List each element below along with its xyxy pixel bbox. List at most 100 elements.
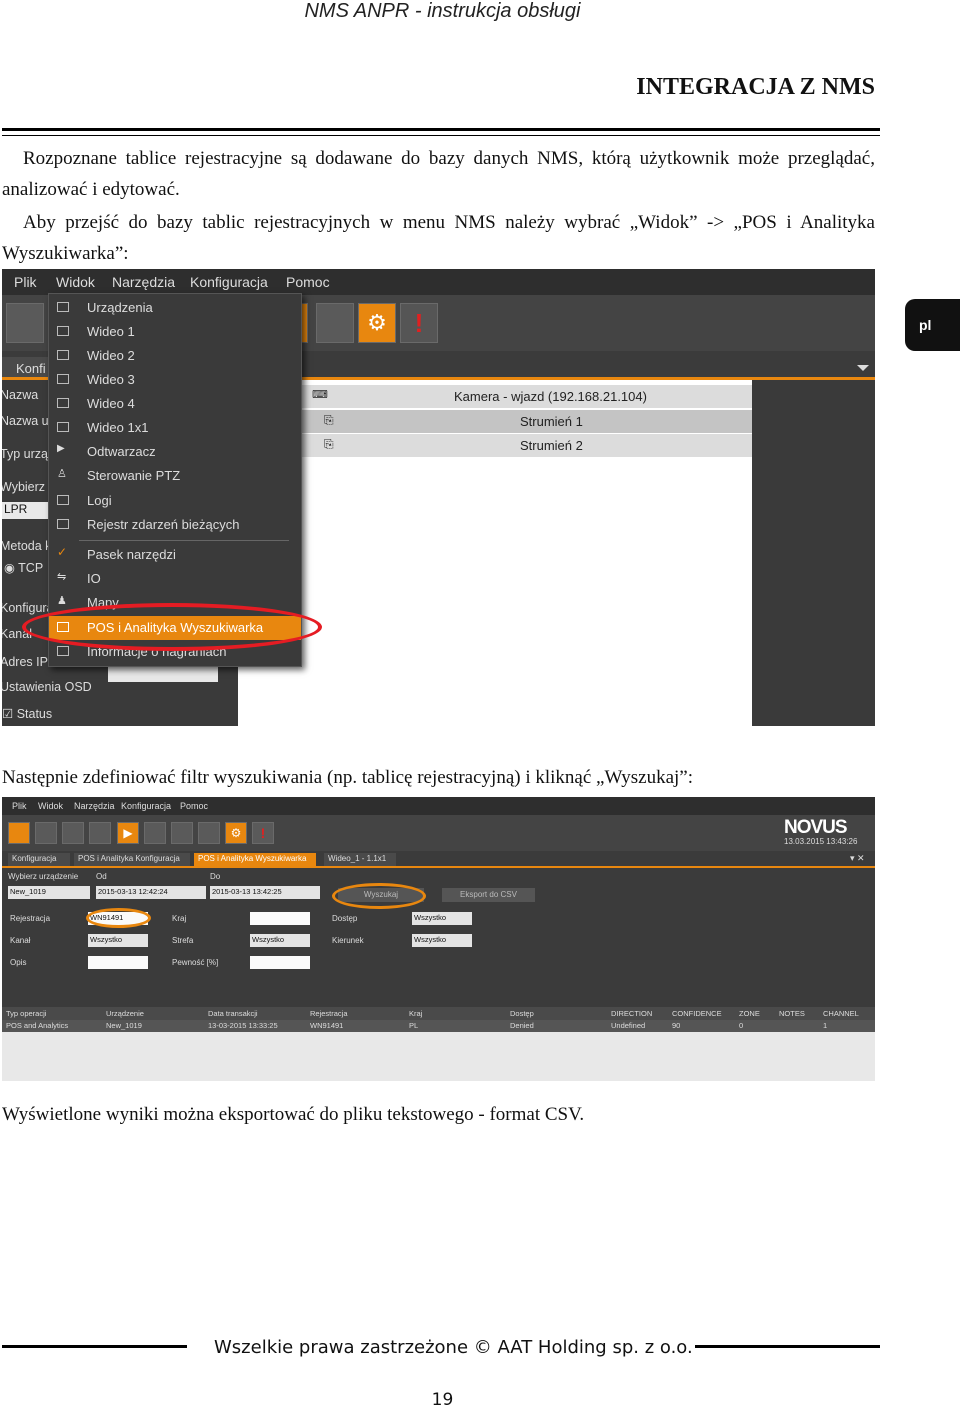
col-notes[interactable]: NOTES bbox=[779, 1009, 805, 1019]
menu-plik[interactable]: Plik bbox=[14, 274, 37, 290]
menu-item-wideo4[interactable]: Wideo 4 bbox=[49, 392, 301, 416]
chevron-down-icon[interactable] bbox=[857, 365, 869, 371]
label-adres-ip: Adres IP bbox=[2, 655, 48, 669]
menu-widok[interactable]: Widok bbox=[38, 801, 63, 811]
col-confidence[interactable]: CONFIDENCE bbox=[672, 1009, 722, 1019]
menu-item-io[interactable]: ⇋ IO bbox=[49, 567, 301, 591]
menu-pomoc[interactable]: Pomoc bbox=[286, 274, 330, 290]
menu-konfiguracja[interactable]: Konfiguracja bbox=[190, 274, 268, 290]
tab-pos-wyszukiwarka[interactable]: POS i Analityka Wyszukiwarka bbox=[194, 853, 316, 866]
joystick-icon: ♙ bbox=[57, 468, 67, 480]
label-strefa: Strefa bbox=[172, 936, 194, 945]
register-icon bbox=[57, 519, 69, 529]
col-channel[interactable]: CHANNEL bbox=[823, 1009, 859, 1019]
monitor-icon bbox=[57, 398, 69, 408]
menu-item-wideo2[interactable]: Wideo 2 bbox=[49, 344, 301, 368]
monitor-icon bbox=[57, 374, 69, 384]
page-number: 19 bbox=[431, 1390, 454, 1410]
menu-item-pasek-narzedzi[interactable]: ✓ Pasek narzędzi bbox=[49, 543, 301, 567]
access-select[interactable]: Wszystko bbox=[412, 912, 472, 925]
close-icon[interactable]: ▾ ✕ bbox=[850, 853, 865, 864]
description-input[interactable] bbox=[88, 956, 148, 969]
gear-icon[interactable]: ⚙ bbox=[225, 822, 247, 844]
gear-icon[interactable]: ⚙ bbox=[358, 303, 396, 343]
highlight-ellipse bbox=[22, 603, 322, 651]
alert-icon[interactable]: ! bbox=[400, 303, 438, 343]
menu-item-odtwarzacz[interactable]: ▶ Odtwarzacz bbox=[49, 440, 301, 464]
export-csv-button[interactable]: Eksport do CSV bbox=[442, 888, 535, 902]
cell-kraj: PL bbox=[409, 1021, 419, 1030]
grid-icon[interactable] bbox=[198, 822, 220, 844]
menu-item-ptz[interactable]: ♙ Sterowanie PTZ bbox=[49, 464, 301, 488]
menu-konfiguracja[interactable]: Konfiguracja bbox=[121, 801, 171, 811]
monitor-icon[interactable] bbox=[62, 822, 84, 844]
paragraph-export: Wyświetlone wyniki można eksportować do … bbox=[2, 1104, 585, 1125]
tab-konfiguracja[interactable]: Konfi bbox=[2, 357, 50, 379]
label-do: Do bbox=[210, 872, 221, 881]
device-select[interactable]: New_1019 bbox=[8, 886, 90, 899]
country-input[interactable] bbox=[250, 912, 310, 925]
tree-camera[interactable]: ⌨ Kamera - wjazd (192.168.21.104) bbox=[302, 385, 752, 408]
label-kierunek: Kierunek bbox=[332, 936, 364, 945]
col-kraj[interactable]: Kraj bbox=[409, 1009, 422, 1019]
direction-select[interactable]: Wszystko bbox=[412, 934, 472, 947]
monitor-icon[interactable] bbox=[8, 822, 30, 844]
menu-narzedzia[interactable]: Narzędzia bbox=[74, 801, 115, 811]
date-from-field[interactable]: 2015-03-13 12:42:24 bbox=[96, 886, 206, 899]
tab-konfiguracja[interactable]: Konfiguracja bbox=[8, 853, 70, 866]
monitor-icon[interactable] bbox=[6, 303, 44, 343]
document-header: NMS ANPR - instrukcja obsługi bbox=[304, 0, 581, 22]
menu-item-wideo1x1[interactable]: Wideo 1x1 bbox=[49, 416, 301, 440]
menu-plik[interactable]: Plik bbox=[12, 801, 27, 811]
col-direction[interactable]: DIRECTION bbox=[611, 1009, 652, 1019]
checkmark-icon: ✓ bbox=[57, 545, 68, 559]
menu-bar: Plik Widok Narzędzia Konfiguracja Pomoc bbox=[2, 797, 875, 815]
menu-bar: Plik Widok Narzędzia Konfiguracja Pomoc bbox=[2, 269, 875, 295]
monitor-icon bbox=[57, 350, 69, 360]
tab-wideo[interactable]: Wideo_1 - 1.1x1 bbox=[324, 853, 396, 866]
label-metoda: Metoda k bbox=[2, 539, 52, 553]
col-urzadzenie[interactable]: Urządzenie bbox=[106, 1009, 144, 1019]
menu-widok[interactable]: Widok bbox=[56, 274, 95, 290]
cell-rejestracja: WN91491 bbox=[310, 1021, 344, 1030]
menu-item-rejestr[interactable]: Rejestr zdarzeń bieżących bbox=[49, 513, 301, 537]
tree-stream2[interactable]: ⎘ Strumień 2 bbox=[302, 434, 752, 457]
info-icon bbox=[57, 646, 69, 656]
lpr-field[interactable]: LPR bbox=[2, 502, 50, 519]
log-icon bbox=[57, 495, 69, 505]
menu-item-logi[interactable]: Logi bbox=[49, 489, 301, 513]
tab-pos-konfiguracja[interactable]: POS i Analityka Konfiguracja bbox=[74, 853, 190, 866]
channel-select[interactable]: Wszystko bbox=[88, 934, 148, 947]
io-icon: ⇋ bbox=[57, 571, 67, 583]
alert-icon[interactable]: ! bbox=[252, 822, 274, 844]
header-rule-thin bbox=[2, 135, 880, 136]
menu-item-wideo3[interactable]: Wideo 3 bbox=[49, 368, 301, 392]
menu-item-wideo1[interactable]: Wideo 1 bbox=[49, 320, 301, 344]
label-typ-urzadzenia: Typ urzą bbox=[2, 447, 48, 461]
menu-item-urzadzenia[interactable]: Urządzenia bbox=[49, 296, 301, 320]
play-icon[interactable]: ▶ bbox=[117, 822, 139, 844]
tree-stream1[interactable]: ⎘ Strumień 1 bbox=[302, 410, 752, 433]
menu-narzedzia[interactable]: Narzędzia bbox=[112, 274, 175, 290]
radio-tcp[interactable]: ◉ TCP bbox=[4, 560, 43, 575]
col-dostep[interactable]: Dostęp bbox=[510, 1009, 534, 1019]
cell-data: 13-03-2015 13:33:25 bbox=[208, 1021, 278, 1030]
date-to-field[interactable]: 2015-03-13 13:42:25 bbox=[210, 886, 320, 899]
right-panel bbox=[752, 380, 875, 726]
person-icon[interactable] bbox=[144, 822, 166, 844]
checkbox-status[interactable]: ☑ Status bbox=[2, 706, 52, 721]
monitor-icon bbox=[57, 422, 69, 432]
grid-icon[interactable] bbox=[316, 303, 354, 343]
confidence-input[interactable] bbox=[250, 956, 310, 969]
col-rejestracja[interactable]: Rejestracja bbox=[310, 1009, 348, 1019]
col-zone[interactable]: ZONE bbox=[739, 1009, 760, 1019]
cell-direction: Undefined bbox=[611, 1021, 646, 1030]
zone-select[interactable]: Wszystko bbox=[250, 934, 310, 947]
menu-divider bbox=[79, 540, 289, 541]
keyboard-icon[interactable] bbox=[171, 822, 193, 844]
col-typ[interactable]: Typ operacji bbox=[6, 1009, 46, 1019]
col-data[interactable]: Data transakcji bbox=[208, 1009, 258, 1019]
menu-pomoc[interactable]: Pomoc bbox=[180, 801, 208, 811]
monitor-icon[interactable] bbox=[89, 822, 111, 844]
monitor-icon[interactable] bbox=[35, 822, 57, 844]
